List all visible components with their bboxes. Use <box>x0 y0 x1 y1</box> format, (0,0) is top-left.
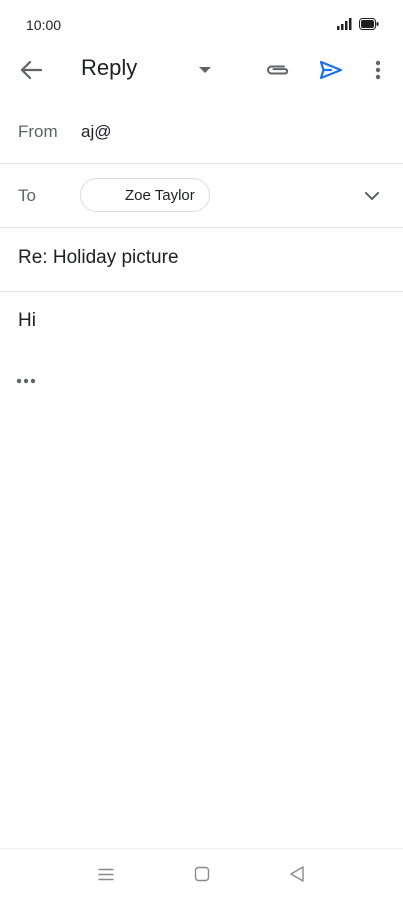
more-options-button[interactable] <box>368 56 388 84</box>
signal-icon <box>337 18 352 30</box>
send-button[interactable] <box>317 56 345 84</box>
to-row[interactable]: To Zoe Taylor <box>0 164 403 228</box>
paperclip-icon <box>267 65 289 75</box>
battery-icon <box>359 18 379 30</box>
status-time: 10:00 <box>26 17 62 33</box>
caret-down-icon <box>199 66 211 73</box>
back-button[interactable] <box>16 56 46 84</box>
from-row[interactable]: From aj@ <box>0 100 403 164</box>
subject-field[interactable]: Re: Holiday picture <box>18 247 179 269</box>
recipient-chip[interactable]: Zoe Taylor <box>80 178 210 212</box>
expand-recipients-button[interactable] <box>360 185 384 207</box>
send-icon <box>319 60 343 80</box>
system-nav-bar <box>0 848 403 897</box>
reply-mode-dropdown[interactable] <box>194 60 216 80</box>
compose-mode-title[interactable]: Reply <box>81 55 137 81</box>
message-body[interactable]: Hi <box>18 310 36 332</box>
chevron-down-icon <box>365 191 379 200</box>
recipient-name: Zoe Taylor <box>125 187 195 204</box>
back-triangle-icon <box>290 866 304 882</box>
more-vert-icon <box>375 60 381 80</box>
more-horiz-icon <box>16 378 36 384</box>
status-icons <box>337 18 379 30</box>
nav-back-button[interactable] <box>283 861 311 887</box>
arrow-left-icon <box>20 60 42 80</box>
nav-home-button[interactable] <box>188 861 216 887</box>
to-label: To <box>18 186 36 205</box>
from-value[interactable]: aj@ <box>81 122 112 142</box>
menu-icon <box>98 868 114 880</box>
attach-button[interactable] <box>263 56 293 84</box>
status-bar: 10:00 <box>0 0 403 50</box>
show-quoted-text-button[interactable] <box>16 372 38 390</box>
home-square-icon <box>194 866 210 882</box>
from-label: From <box>18 122 58 141</box>
subject-row[interactable]: Re: Holiday picture <box>0 228 403 292</box>
app-bar: Reply <box>0 44 403 96</box>
nav-menu-button[interactable] <box>92 863 120 885</box>
